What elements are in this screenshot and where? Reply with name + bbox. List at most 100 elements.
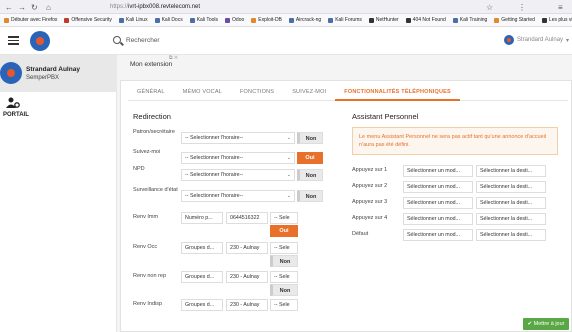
state-toggle[interactable]: Non (297, 132, 323, 144)
bookmark-item[interactable]: Odoo (225, 17, 244, 23)
state-toggle[interactable]: Non (297, 190, 323, 202)
chevron-down-icon: ⌄ (286, 193, 291, 199)
user-avatar-icon (504, 35, 514, 45)
assistant-notice: Le menu Assistant Personnel ne sera pas … (352, 127, 558, 155)
renv-imm-label: Renv Imm (133, 214, 159, 220)
search-input[interactable] (126, 34, 286, 46)
home-icon[interactable]: ⌂ (46, 3, 51, 12)
assistant-dest-select[interactable]: Sélectionner la desti... (476, 229, 546, 241)
forward-icon[interactable]: → (18, 3, 26, 12)
assistant-dest-value: Sélectionner la desti... (480, 200, 533, 206)
schedule-select[interactable]: -- Selectionner l'horaire-- ⌄ (181, 190, 295, 202)
bookmark-item[interactable]: Kali Tools (189, 17, 218, 23)
bookmark-label: Aircrack-ng (295, 17, 322, 23)
renv-imm-schedule-select[interactable]: -- Sele (270, 212, 298, 224)
assistant-dest-select[interactable]: Sélectionner la desti... (476, 213, 546, 225)
renv-row-label: Renv Occ (133, 244, 158, 250)
assistant-mode-value: Sélectionner un mod... (407, 200, 460, 206)
state-toggle[interactable]: Non (297, 169, 323, 181)
menu-icon[interactable]: ≡ (558, 3, 563, 12)
bookmark-label: Débuter avec Firefox (11, 17, 58, 23)
renv-type-select[interactable]: Groupes d... (181, 271, 223, 283)
browser-toolbar: ← → ↻ ⌂ https://ivrt-ipbx008.revtelecom.… (0, 0, 572, 14)
renv-imm-type-select[interactable]: Numéro p... (181, 212, 223, 224)
assistant-mode-select[interactable]: Sélectionner un mod... (403, 197, 473, 209)
renv-imm-number-input[interactable]: 0644516322 (226, 212, 268, 224)
schedule-select[interactable]: -- Selectionner l'horaire-- ⌄ (181, 169, 295, 181)
renv-type-select[interactable]: Groupes d... (181, 299, 223, 311)
tab-0[interactable]: GÉNÉRAL (128, 85, 174, 101)
bookmark-item[interactable]: Aircrack-ng (288, 17, 322, 23)
assistant-dest-select[interactable]: Sélectionner la desti... (476, 181, 546, 193)
bookmark-star-icon[interactable]: ☆ (486, 3, 493, 12)
schedule-select[interactable]: -- Selectionner l'horaire-- ⌄ (181, 152, 295, 164)
assistant-mode-select[interactable]: Sélectionner un mod... (403, 181, 473, 193)
assistant-dest-value: Sélectionner la desti... (480, 168, 533, 174)
app-logo[interactable] (30, 31, 50, 51)
renv-toggle[interactable]: Non (270, 284, 298, 296)
renv-schedule-select[interactable]: -- Sele (270, 271, 298, 283)
bookmark-item[interactable]: Kali Training (452, 17, 487, 23)
bookmark-item[interactable]: Kali Linux (118, 17, 148, 23)
user-menu[interactable]: Strandard Aulnay ▾ (504, 35, 569, 45)
save-button[interactable]: ✔ Mettre à jour (523, 318, 569, 330)
bookmark-label: Kali Forums (335, 17, 362, 23)
renv-target-select[interactable]: 230 - Aulnay (226, 299, 268, 311)
redirection-row-label: Surveillance d'état (133, 187, 178, 193)
search-icon[interactable] (113, 36, 121, 44)
bookmark-item[interactable]: Exploit-DB (251, 17, 282, 23)
assistant-dest-select[interactable]: Sélectionner la desti... (476, 165, 546, 177)
renv-schedule-select[interactable]: -- Sele (270, 242, 298, 254)
tab-3[interactable]: SUIVEZ-MOI (283, 85, 335, 101)
tab-2[interactable]: FONCTIONS (231, 85, 283, 101)
assistant-dest-value: Sélectionner la desti... (480, 216, 533, 222)
bookmark-label: Kali Docs (161, 17, 183, 23)
hamburger-menu-icon[interactable] (8, 36, 19, 45)
bookmark-item[interactable]: Getting Started (494, 17, 535, 23)
sidebar-item-portail[interactable]: PORTAIL (3, 112, 29, 118)
extension-card[interactable]: Strandard Aulnay SemperPBX (0, 55, 117, 92)
odoo-icon (225, 17, 231, 23)
renv-type-select[interactable]: Groupes d... (181, 242, 223, 254)
schedule-select[interactable]: -- Selectionner l'horaire-- ⌄ (181, 132, 295, 144)
tab-1[interactable]: MÉMO VOCAL (174, 85, 231, 101)
bookmark-item[interactable]: NetHunter (368, 17, 399, 23)
extensions-icon[interactable]: ⋮ (518, 3, 526, 12)
address-bar[interactable]: https://ivrt-ipbx008.revtelecom.net (110, 2, 430, 12)
tab-bar: GÉNÉRAL MÉMO VOCAL FONCTIONS SUIVEZ-MOI FONC… (128, 85, 568, 101)
assistant-dest-value: Sélectionner la desti... (480, 232, 533, 238)
bookmark-item[interactable]: Débuter avec Firefox (4, 17, 57, 23)
renv-target-select[interactable]: 230 - Aulnay (226, 271, 268, 283)
assistant-mode-select[interactable]: Sélectionner un mod... (403, 213, 473, 225)
external-link-icon[interactable]: ⧉ ✕ (169, 55, 178, 61)
bookmark-item[interactable]: Les plus visités (541, 17, 572, 23)
renv-target-select[interactable]: 230 - Aulnay (226, 242, 268, 254)
assistant-dest-select[interactable]: Sélectionner la desti... (476, 197, 546, 209)
bookmark-label: Kali Linux (125, 17, 148, 23)
bookmark-item[interactable]: Offensive Security (64, 17, 112, 23)
bookmark-item[interactable]: Kali Docs (154, 17, 183, 23)
chevron-down-icon: ⌄ (286, 172, 291, 178)
tab-4[interactable]: FONCTIONNALITÉS TÉLÉPHONIQUES (335, 85, 460, 101)
users-cog-icon[interactable] (6, 97, 20, 109)
assistant-row-label: Appuyez sur 4 (352, 215, 388, 221)
page-icon (405, 17, 411, 23)
bookmark-item[interactable]: Kali Forums (328, 17, 362, 23)
assistant-mode-select[interactable]: Sélectionner un mod... (403, 165, 473, 177)
reload-icon[interactable]: ↻ (31, 3, 38, 12)
bookmark-label: Exploit-DB (258, 17, 282, 23)
user-name: Strandard Aulnay (517, 37, 564, 43)
renv-row-label: Renv non rep (133, 273, 167, 279)
state-toggle[interactable]: Oui (297, 152, 323, 164)
assistant-mode-select[interactable]: Sélectionner un mod... (403, 229, 473, 241)
bookmarks-bar: Débuter avec Firefox Offensive Security Ka… (0, 14, 572, 27)
kali-icon (189, 17, 195, 23)
bookmark-label: Odoo (232, 17, 245, 23)
bookmark-item[interactable]: 404 Not Found (405, 17, 446, 23)
assistant-mode-value: Sélectionner un mod... (407, 184, 460, 190)
back-icon[interactable]: ← (5, 3, 13, 12)
sidebar: Strandard Aulnay SemperPBX PORTAIL (0, 55, 117, 332)
renv-schedule-select[interactable]: -- Sele (270, 299, 298, 311)
renv-imm-toggle[interactable]: Oui (270, 225, 298, 237)
renv-toggle[interactable]: Non (270, 255, 298, 267)
